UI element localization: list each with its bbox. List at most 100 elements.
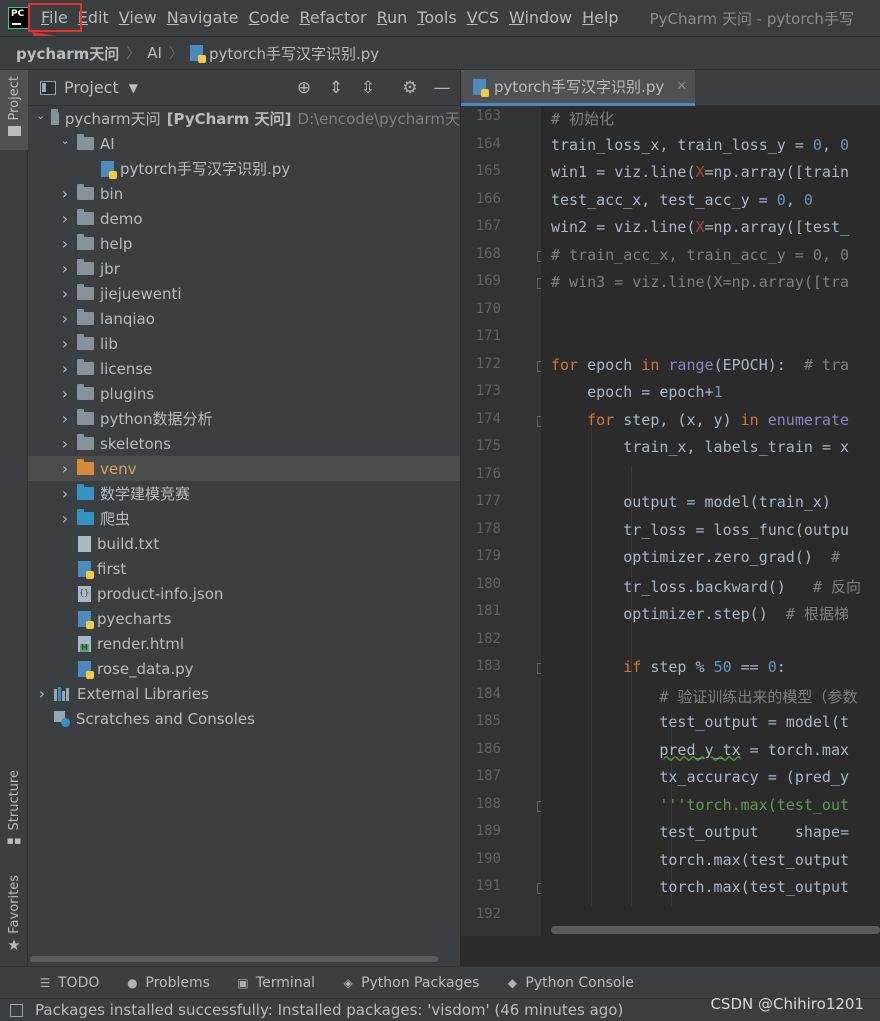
- chevron-right-icon[interactable]: ›: [59, 459, 71, 478]
- code-line[interactable]: pred_y_tx = torch.max: [551, 741, 849, 759]
- chevron-right-icon[interactable]: ›: [59, 359, 71, 378]
- chevron-right-icon[interactable]: ›: [59, 284, 71, 303]
- tree-row[interactable]: ⌄ pycharm天问 [PyCharm 天问] D:\encode\pycharm天: [28, 106, 460, 131]
- minimize-icon[interactable]: —: [432, 78, 452, 98]
- menu-run[interactable]: Run: [372, 0, 413, 36]
- chevron-down-icon[interactable]: ⌄: [59, 134, 71, 147]
- tree-row[interactable]: › lanqiao: [28, 306, 460, 331]
- code-line[interactable]: tx_accuracy = (pred_y: [551, 768, 849, 786]
- tree-row[interactable]: › skeletons: [28, 431, 460, 456]
- code-line[interactable]: epoch = epoch+1: [551, 383, 722, 401]
- menu-help[interactable]: Help: [577, 0, 623, 36]
- menu-vcs[interactable]: VCS: [462, 0, 504, 36]
- code-line[interactable]: tr_loss.backward() # 反向: [551, 576, 861, 597]
- tool-todo[interactable]: ☰ TODO: [38, 975, 100, 991]
- code-line[interactable]: optimizer.step() # 根据梯: [551, 603, 849, 624]
- code-editor[interactable]: # 初始化 train_loss_x, train_loss_y = 0, 0 wi…: [541, 106, 880, 936]
- chevron-right-icon[interactable]: ›: [36, 684, 48, 703]
- tree-row[interactable]: › venv: [28, 456, 460, 481]
- status-message[interactable]: Packages installed successfully: Install…: [35, 1001, 623, 1019]
- breadcrumb-folder[interactable]: AI: [147, 44, 162, 62]
- close-icon[interactable]: ✕: [676, 79, 687, 94]
- editor-horizontal-scrollbar[interactable]: [551, 926, 880, 934]
- tool-tab-structure[interactable]: Structure ▪▪: [0, 770, 28, 850]
- tree-row[interactable]: › plugins: [28, 381, 460, 406]
- tool-problems[interactable]: ● Problems: [125, 975, 210, 991]
- gear-icon[interactable]: ⚙: [400, 78, 420, 98]
- tree-row[interactable]: › lib: [28, 331, 460, 356]
- tree-row[interactable]: rose_data.py: [28, 656, 460, 681]
- horizontal-scrollbar[interactable]: [30, 956, 438, 962]
- tool-python-console[interactable]: ◆ Python Console: [505, 975, 634, 991]
- tree-row[interactable]: build.txt: [28, 531, 460, 556]
- tree-row[interactable]: › demo: [28, 206, 460, 231]
- chevron-right-icon[interactable]: ›: [59, 334, 71, 353]
- chevron-down-icon[interactable]: ▼: [129, 81, 138, 95]
- tree-row[interactable]: › 爬虫: [28, 506, 460, 531]
- code-line[interactable]: torch.max(test_output: [551, 878, 849, 896]
- code-line[interactable]: tr_loss = loss_func(outpu: [551, 521, 849, 539]
- menu-tools[interactable]: Tools: [412, 0, 461, 36]
- collapse-all-icon[interactable]: ⇳: [358, 78, 378, 98]
- menu-window[interactable]: Window: [504, 0, 577, 36]
- menu-navigate[interactable]: Navigate: [162, 0, 244, 36]
- tree-row[interactable]: › External Libraries: [28, 681, 460, 706]
- code-line[interactable]: win2 = viz.line(X=np.array([test_: [551, 218, 849, 236]
- code-line[interactable]: if step % 50 == 0:: [551, 658, 786, 676]
- editor-tab-active[interactable]: pytorch手写汉字识别.py ✕: [461, 70, 695, 106]
- chevron-right-icon[interactable]: ›: [59, 209, 71, 228]
- code-line[interactable]: torch.max(test_output: [551, 851, 849, 869]
- code-line[interactable]: test_output = model(t: [551, 713, 849, 731]
- chevron-right-icon[interactable]: ›: [59, 384, 71, 403]
- tree-row[interactable]: pyecharts: [28, 606, 460, 631]
- code-line[interactable]: # win3 = viz.line(X=np.array([tra: [551, 273, 849, 291]
- tree-row[interactable]: › license: [28, 356, 460, 381]
- tree-row[interactable]: › python数据分析: [28, 406, 460, 431]
- tree-row[interactable]: › bin: [28, 181, 460, 206]
- chevron-right-icon[interactable]: ›: [59, 234, 71, 253]
- expand-all-icon[interactable]: ⇕: [326, 78, 346, 98]
- code-line[interactable]: '''torch.max(test_out: [551, 796, 849, 814]
- tree-row[interactable]: product-info.json: [28, 581, 460, 606]
- menu-code[interactable]: Code: [244, 0, 295, 36]
- code-line[interactable]: output = model(train_x): [551, 493, 831, 511]
- code-line[interactable]: optimizer.zero_grad() #: [551, 548, 840, 566]
- code-line[interactable]: win1 = viz.line(X=np.array([train: [551, 163, 849, 181]
- menu-refactor[interactable]: Refactor: [294, 0, 371, 36]
- breadcrumb-project[interactable]: pycharm天问: [16, 43, 119, 64]
- chevron-right-icon[interactable]: ›: [59, 434, 71, 453]
- chevron-right-icon[interactable]: ›: [59, 309, 71, 328]
- chevron-right-icon[interactable]: ›: [59, 409, 71, 428]
- tool-python-packages[interactable]: ◈ Python Packages: [341, 975, 479, 991]
- tree-row[interactable]: › jbr: [28, 256, 460, 281]
- chevron-right-icon[interactable]: ›: [59, 184, 71, 203]
- tree-row[interactable]: render.html: [28, 631, 460, 656]
- tree-row[interactable]: › help: [28, 231, 460, 256]
- chevron-right-icon[interactable]: ›: [59, 259, 71, 278]
- code-line[interactable]: for step, (x, y) in enumerate: [551, 411, 849, 429]
- locate-icon[interactable]: ⊕: [294, 78, 314, 98]
- breadcrumb-file[interactable]: pytorch手写汉字识别.py: [209, 43, 379, 64]
- code-line[interactable]: test_output shape=: [551, 823, 849, 841]
- tree-row[interactable]: › 数学建模竞赛: [28, 481, 460, 506]
- code-line[interactable]: train_loss_x, train_loss_y = 0, 0: [551, 136, 849, 154]
- code-line[interactable]: # train_acc_x, train_acc_y = 0, 0: [551, 246, 849, 264]
- code-line[interactable]: for epoch in range(EPOCH): # tra: [551, 356, 849, 374]
- tree-row[interactable]: › jiejuewenti: [28, 281, 460, 306]
- tree-row[interactable]: pytorch手写汉字识别.py: [28, 156, 460, 181]
- status-window-icon[interactable]: [10, 1003, 23, 1017]
- chevron-right-icon[interactable]: ›: [59, 484, 71, 503]
- code-line[interactable]: train_x, labels_train = x: [551, 438, 849, 456]
- tool-tab-project[interactable]: Project: [0, 70, 28, 150]
- chevron-down-icon[interactable]: ⌄: [36, 109, 45, 122]
- chevron-right-icon[interactable]: ›: [59, 509, 71, 528]
- code-line[interactable]: # 验证训练出来的模型（参数: [551, 686, 857, 707]
- code-line[interactable]: # 初始化: [551, 108, 614, 129]
- tree-row[interactable]: first: [28, 556, 460, 581]
- tree-row[interactable]: ⌄ AI: [28, 131, 460, 156]
- tool-tab-favorites[interactable]: Favorites ★: [0, 875, 28, 960]
- code-line[interactable]: test_acc_x, test_acc_y = 0, 0: [551, 191, 813, 209]
- tool-terminal[interactable]: ▣ Terminal: [236, 975, 315, 991]
- tree-row[interactable]: Scratches and Consoles: [28, 706, 460, 731]
- project-view-title[interactable]: Project: [64, 78, 119, 97]
